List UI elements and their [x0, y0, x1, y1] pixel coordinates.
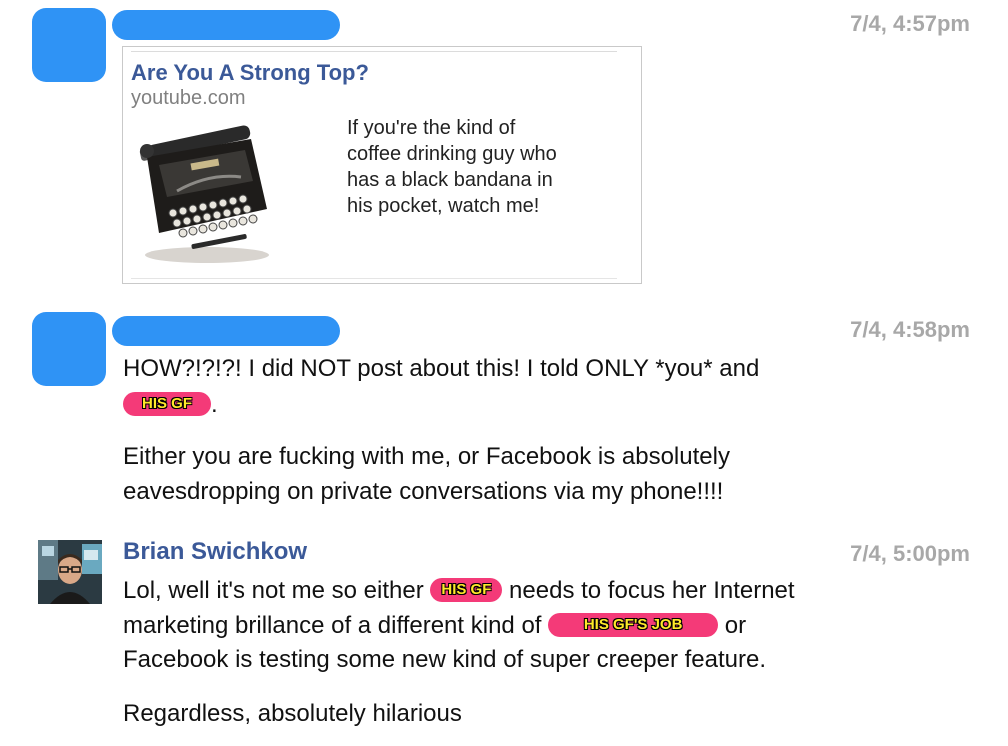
message-text: or [718, 612, 747, 639]
avatar-redacted-2[interactable] [32, 312, 106, 386]
link-description-line: coffee drinking guy who [347, 143, 557, 165]
sender-name-redacted-2[interactable] [112, 316, 340, 346]
redaction-pill: HIS GF'S JOB [548, 612, 719, 637]
card-divider-bottom [131, 278, 617, 279]
message-text: marketing brillance of a different kind … [123, 612, 549, 639]
link-description: If you're the kind of coffee drinking gu… [347, 115, 557, 219]
typewriter-thumbnail[interactable] [129, 117, 279, 267]
profile-photo[interactable] [38, 540, 102, 604]
timestamp-3: 7/4, 5:00pm [850, 541, 970, 566]
sender-name[interactable]: Brian Swichkow [123, 538, 307, 566]
sender-name-redacted-1[interactable] [112, 10, 340, 40]
redaction-pill: HIS GF [123, 391, 211, 416]
link-preview-card[interactable]: Are You A Strong Top? youtube.com If you… [122, 46, 642, 284]
message-text: . [211, 391, 218, 418]
timestamp-2: 7/4, 4:58pm [850, 317, 970, 342]
message-2-para2-line-2: eavesdropping on private conversations v… [123, 478, 724, 505]
message-2-line-2: HIS GF. [123, 388, 218, 422]
message-2-line-1: HOW?!?!?! I did NOT post about this! I t… [123, 355, 760, 382]
link-title[interactable]: Are You A Strong Top? [131, 60, 369, 86]
link-domain: youtube.com [131, 87, 246, 109]
message-3-line-3: Facebook is testing some new kind of sup… [123, 646, 767, 673]
message-3-line-1: Lol, well it's not me so either HIS GF n… [123, 574, 795, 608]
message-2-para2-line-1: Either you are fucking with me, or Faceb… [123, 443, 730, 470]
message-text: needs to focus her Internet [502, 577, 795, 604]
link-description-line: his pocket, watch me! [347, 195, 540, 217]
link-description-line: has a black bandana in [347, 169, 553, 191]
message-3-line-2: marketing brillance of a different kind … [123, 609, 746, 643]
link-description-line: If you're the kind of [347, 117, 516, 139]
avatar-photo-icon [38, 540, 102, 604]
timestamp-1: 7/4, 4:57pm [850, 11, 970, 36]
avatar-redacted-1[interactable] [32, 8, 106, 82]
redaction-pill: HIS GF [430, 577, 503, 602]
card-divider-top [131, 51, 617, 52]
message-3-para2: Regardless, absolutely hilarious [123, 700, 462, 727]
message-text: Lol, well it's not me so either [123, 577, 431, 604]
